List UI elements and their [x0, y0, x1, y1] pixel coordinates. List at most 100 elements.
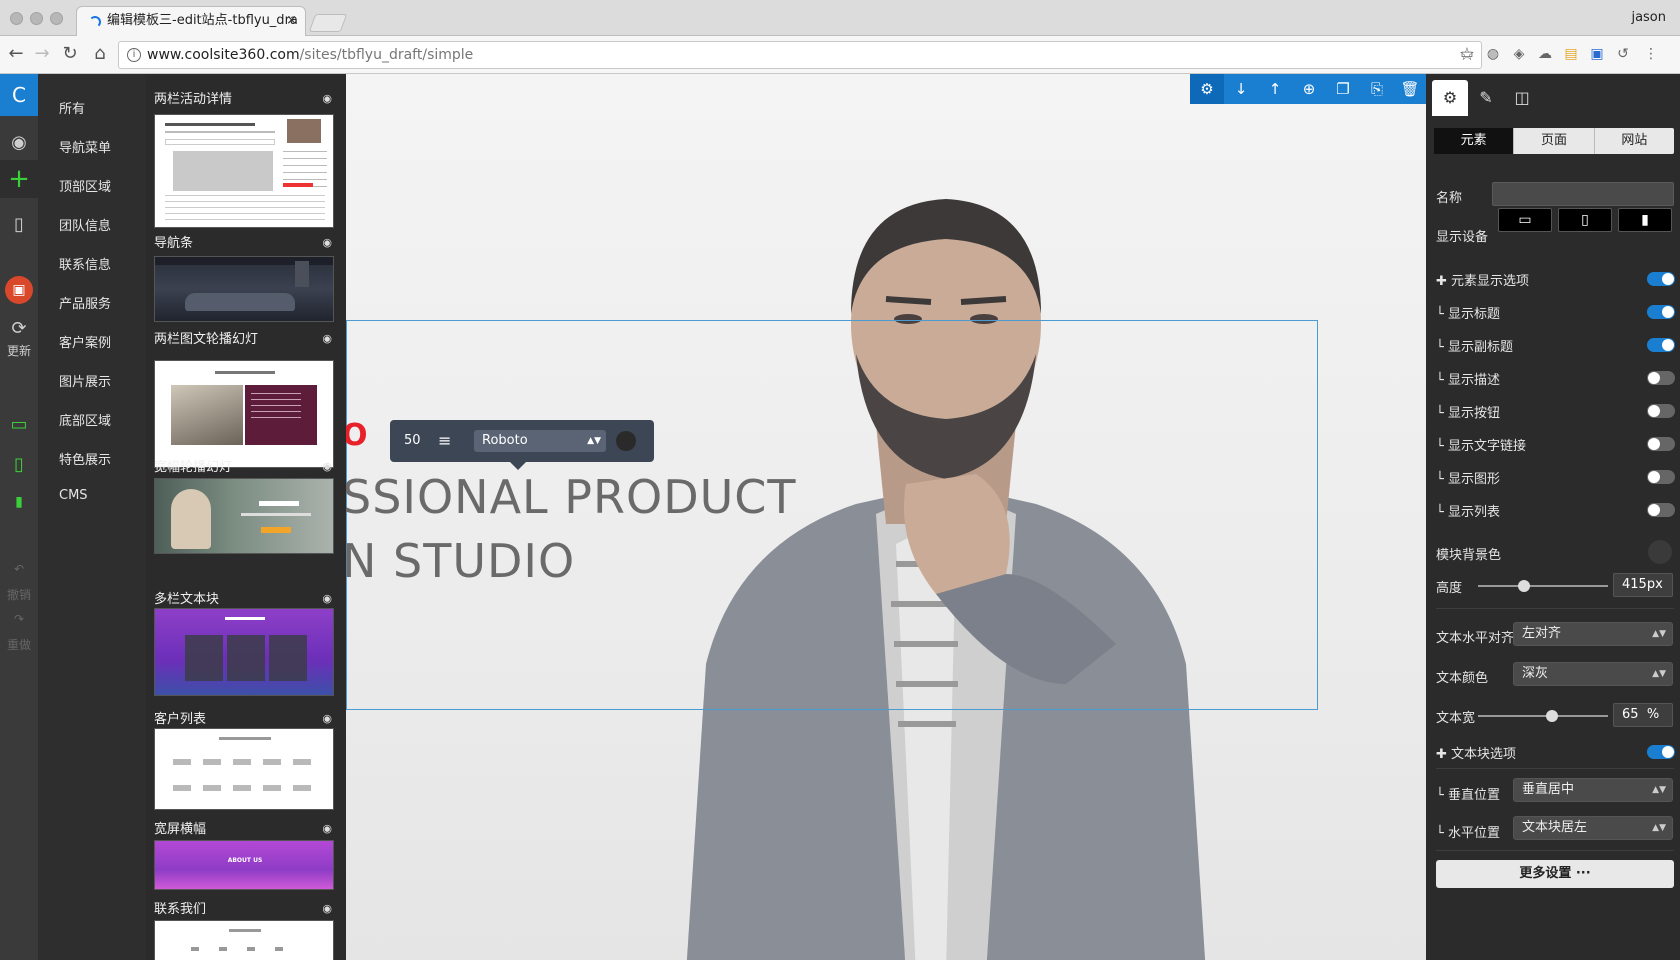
- duplicate-icon[interactable]: ❐: [1326, 74, 1360, 104]
- move-up-icon[interactable]: ↑: [1258, 74, 1292, 104]
- window-minimize-button[interactable]: [30, 12, 43, 25]
- eye-icon[interactable]: ◉: [322, 822, 332, 835]
- category-item[interactable]: 联系信息: [59, 254, 111, 273]
- forward-arrow-icon[interactable]: →: [30, 42, 54, 66]
- category-item[interactable]: 导航菜单: [59, 137, 111, 156]
- mobile-device-icon[interactable]: ▮: [0, 494, 38, 510]
- more-settings-button[interactable]: 更多设置 ···: [1436, 860, 1674, 888]
- template-thumbnail[interactable]: [154, 920, 334, 960]
- tab-close-icon[interactable]: ×: [286, 7, 297, 35]
- show-subtitle-toggle[interactable]: [1647, 338, 1675, 352]
- shield-extension-icon[interactable]: ◈: [1510, 45, 1528, 63]
- new-tab-button[interactable]: [308, 14, 348, 32]
- profile-name[interactable]: jason: [1631, 10, 1666, 25]
- settings-gear-icon[interactable]: ⚙: [1190, 74, 1224, 104]
- category-item[interactable]: 客户案例: [59, 332, 111, 351]
- cube-tab-icon[interactable]: ◫: [1504, 80, 1540, 116]
- mobile-toggle-icon[interactable]: ▮: [1618, 208, 1672, 232]
- text-width-box[interactable]: 65 %: [1613, 703, 1673, 727]
- eye-icon[interactable]: ◉: [322, 236, 332, 249]
- cloud-extension-icon[interactable]: ☁: [1536, 45, 1554, 63]
- eye-icon[interactable]: ◉: [322, 332, 332, 345]
- category-item[interactable]: CMS: [59, 488, 88, 503]
- url-text[interactable]: www.coolsite360.com/sites/tbflyu_draft/s…: [147, 42, 473, 68]
- category-item[interactable]: 特色展示: [59, 449, 111, 468]
- category-item[interactable]: 所有: [59, 98, 85, 117]
- template-thumbnail[interactable]: [154, 608, 334, 696]
- address-bar[interactable]: i www.coolsite360.com/sites/tbflyu_draft…: [118, 41, 1482, 69]
- desktop-device-icon[interactable]: ▭: [0, 414, 38, 435]
- hero-heading-line[interactable]: N STUDIO: [346, 534, 575, 588]
- redo-label[interactable]: 重做: [0, 636, 38, 653]
- show-text-link-toggle[interactable]: [1647, 437, 1675, 451]
- show-list-toggle[interactable]: [1647, 503, 1675, 517]
- pencil-tab-icon[interactable]: ✎: [1468, 80, 1504, 116]
- paste-icon[interactable]: ⎘: [1360, 74, 1394, 104]
- reload-icon[interactable]: ↻: [58, 42, 82, 66]
- add-circle-icon[interactable]: ⊕: [1292, 74, 1326, 104]
- tab-element[interactable]: 元素: [1434, 128, 1515, 154]
- page-canvas[interactable]: O N SSIONAL PRODUCT N STUDIO 50 ≡ Roboto…: [346, 74, 1426, 960]
- element-display-toggle[interactable]: [1647, 272, 1675, 286]
- refresh-icon[interactable]: ⟳: [0, 318, 38, 339]
- update-label[interactable]: 更新: [0, 342, 38, 359]
- window-zoom-button[interactable]: [50, 12, 63, 25]
- add-icon[interactable]: +: [0, 160, 38, 198]
- horizontal-position-select[interactable]: 文本块居左 ▲▼: [1513, 816, 1673, 840]
- extension-icon[interactable]: ◍: [1484, 45, 1502, 63]
- page-icon[interactable]: ▯: [0, 214, 38, 235]
- font-size-value[interactable]: 50: [404, 420, 421, 462]
- template-thumbnail[interactable]: ABOUT US: [154, 840, 334, 890]
- name-input[interactable]: [1492, 182, 1674, 206]
- bg-color-swatch[interactable]: [1648, 540, 1672, 564]
- notes-extension-icon[interactable]: ▤: [1562, 45, 1580, 63]
- tablet-toggle-icon[interactable]: ▯: [1558, 208, 1612, 232]
- home-icon[interactable]: ⌂: [88, 42, 112, 66]
- eye-icon[interactable]: ◉: [322, 902, 332, 915]
- save-icon[interactable]: ▣: [5, 276, 33, 304]
- download-extension-icon[interactable]: ▣: [1588, 45, 1606, 63]
- category-item[interactable]: 顶部区域: [59, 176, 111, 195]
- text-align-select[interactable]: 左对齐 ▲▼: [1513, 622, 1673, 646]
- category-item[interactable]: 图片展示: [59, 371, 111, 390]
- eye-icon[interactable]: ◉: [322, 92, 332, 105]
- category-item[interactable]: 产品服务: [59, 293, 111, 312]
- undo-label[interactable]: 撤销: [0, 586, 38, 603]
- show-description-toggle[interactable]: [1647, 371, 1675, 385]
- tablet-device-icon[interactable]: ▯: [0, 454, 38, 475]
- browser-tab[interactable]: 编辑模板三-edit站点-tbflyu_dra ×: [76, 6, 306, 37]
- tab-site[interactable]: 网站: [1595, 128, 1674, 154]
- info-icon[interactable]: i: [127, 48, 141, 62]
- template-thumbnail[interactable]: [154, 360, 334, 468]
- eye-icon[interactable]: ◉: [322, 712, 332, 725]
- template-thumbnail[interactable]: [154, 728, 334, 810]
- logo[interactable]: C: [0, 74, 38, 116]
- text-width-slider-knob[interactable]: [1546, 710, 1558, 722]
- eye-icon[interactable]: ◉: [322, 460, 332, 473]
- font-family-select[interactable]: Roboto ▲▼: [474, 430, 606, 452]
- height-slider[interactable]: [1478, 580, 1608, 592]
- move-down-icon[interactable]: ↓: [1224, 74, 1258, 104]
- back-arrow-icon[interactable]: ←: [4, 42, 28, 66]
- text-color-select[interactable]: 深灰 ▲▼: [1513, 662, 1673, 686]
- desktop-toggle-icon[interactable]: ▭: [1498, 208, 1552, 232]
- trash-icon[interactable]: 🗑: [1394, 74, 1426, 104]
- text-width-slider[interactable]: [1478, 710, 1608, 722]
- template-thumbnail[interactable]: [154, 256, 334, 322]
- window-close-button[interactable]: [10, 12, 23, 25]
- show-graphic-toggle[interactable]: [1647, 470, 1675, 484]
- tab-page[interactable]: 页面: [1514, 128, 1595, 154]
- category-item[interactable]: 团队信息: [59, 215, 111, 234]
- hero-heading-line[interactable]: SSIONAL PRODUCT: [346, 470, 797, 524]
- height-value[interactable]: 415px: [1613, 573, 1673, 597]
- undo-icon[interactable]: ↶: [0, 562, 38, 576]
- height-slider-knob[interactable]: [1518, 580, 1530, 592]
- redo-icon[interactable]: ↷: [0, 612, 38, 626]
- text-block-toggle[interactable]: [1647, 745, 1675, 759]
- category-item[interactable]: 底部区域: [59, 410, 111, 429]
- settings-gear-tab-icon[interactable]: ⚙: [1432, 80, 1468, 116]
- sync-extension-icon[interactable]: ↺: [1614, 45, 1632, 63]
- cast-icon[interactable]: ▭: [1458, 45, 1476, 63]
- text-color-swatch[interactable]: [616, 431, 636, 451]
- vertical-position-select[interactable]: 垂直居中 ▲▼: [1513, 778, 1673, 802]
